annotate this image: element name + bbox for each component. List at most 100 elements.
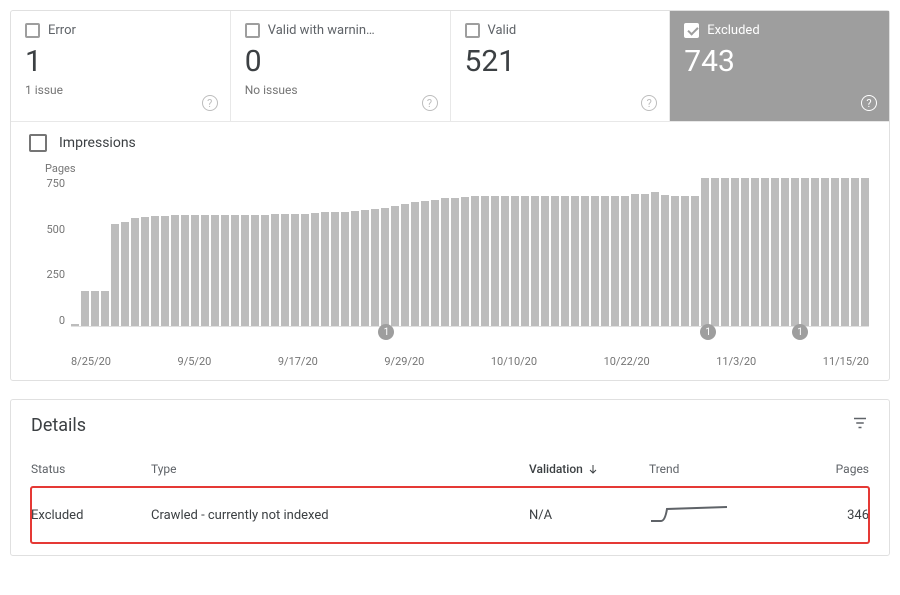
chart-bar[interactable]: [181, 215, 189, 326]
chart-bar[interactable]: [721, 178, 729, 326]
chart-bar[interactable]: [201, 215, 209, 326]
chart-bar[interactable]: [471, 196, 479, 326]
chart-bar[interactable]: [261, 215, 269, 326]
chart-bar[interactable]: [541, 196, 549, 326]
chart-bar[interactable]: [751, 178, 759, 326]
chart-bar[interactable]: [791, 178, 799, 326]
chart-bar[interactable]: [591, 196, 599, 326]
chart-bar[interactable]: [711, 178, 719, 326]
chart-bar[interactable]: [131, 218, 139, 326]
chart-bar[interactable]: [231, 215, 239, 326]
help-icon[interactable]: ?: [422, 95, 438, 111]
chart-bar[interactable]: [321, 212, 329, 326]
chart-bar[interactable]: [191, 215, 199, 326]
help-icon[interactable]: ?: [861, 95, 877, 111]
chart-bar[interactable]: [351, 211, 359, 326]
chart-bar[interactable]: [611, 196, 619, 326]
chart-bar[interactable]: [671, 196, 679, 326]
help-icon[interactable]: ?: [641, 95, 657, 111]
summary-tile-valid-with-warnin-[interactable]: Valid with warnin… 0 No issues ?: [231, 11, 451, 121]
chart-bar[interactable]: [701, 178, 709, 326]
col-pages[interactable]: Pages: [789, 462, 869, 476]
chart-bar[interactable]: [551, 196, 559, 326]
chart-bar[interactable]: [801, 178, 809, 326]
chart-bar[interactable]: [681, 196, 689, 326]
chart-bar[interactable]: [401, 204, 409, 326]
chart-bar[interactable]: [601, 196, 609, 326]
checkbox-icon: [684, 23, 699, 38]
chart-bar[interactable]: [111, 224, 119, 326]
col-trend[interactable]: Trend: [649, 462, 789, 476]
chart-bar[interactable]: [651, 192, 659, 326]
chart-bar[interactable]: [741, 178, 749, 326]
tile-sub: [684, 83, 875, 97]
chart-bar[interactable]: [761, 178, 769, 326]
chart-bar[interactable]: [661, 195, 669, 326]
chart-bar[interactable]: [361, 210, 369, 326]
chart-bar[interactable]: [811, 178, 819, 326]
summary-tile-excluded[interactable]: Excluded 743 ?: [670, 11, 889, 121]
filter-icon[interactable]: [851, 414, 869, 436]
chart-bar[interactable]: [341, 212, 349, 326]
chart-bar[interactable]: [511, 196, 519, 326]
chart-bar[interactable]: [91, 291, 99, 326]
chart-bar[interactable]: [141, 217, 149, 326]
chart-bar[interactable]: [771, 178, 779, 326]
col-type[interactable]: Type: [151, 462, 529, 476]
chart-bar[interactable]: [831, 178, 839, 326]
chart-bar[interactable]: [431, 200, 439, 326]
col-validation[interactable]: Validation: [529, 462, 649, 476]
help-icon[interactable]: ?: [202, 95, 218, 111]
chart-bar[interactable]: [731, 178, 739, 326]
chart-bar[interactable]: [301, 214, 309, 326]
chart-bar[interactable]: [461, 197, 469, 326]
chart-bar[interactable]: [161, 216, 169, 326]
chart-bar[interactable]: [211, 215, 219, 326]
chart-bar[interactable]: [421, 201, 429, 326]
cell-trend: [649, 501, 789, 529]
chart-bar[interactable]: [561, 196, 569, 326]
summary-tile-error[interactable]: Error 1 1 issue ?: [11, 11, 231, 121]
chart-bar[interactable]: [821, 178, 829, 326]
chart-bar[interactable]: [861, 178, 869, 326]
table-row[interactable]: Excluded Crawled - currently not indexed…: [31, 487, 869, 543]
summary-tile-valid[interactable]: Valid 521 ?: [451, 11, 671, 121]
chart-bar[interactable]: [81, 291, 89, 326]
chart-bar[interactable]: [571, 196, 579, 326]
chart-bar[interactable]: [371, 209, 379, 326]
chart-bar[interactable]: [641, 194, 649, 326]
chart-bar[interactable]: [451, 198, 459, 326]
chart-bar[interactable]: [271, 214, 279, 326]
chart-bar[interactable]: [531, 196, 539, 326]
chart-bar[interactable]: [621, 196, 629, 326]
cell-type: Crawled - currently not indexed: [151, 508, 529, 523]
chart-bar[interactable]: [391, 206, 399, 326]
chart-bar[interactable]: [491, 196, 499, 326]
chart-bar[interactable]: [381, 208, 389, 326]
chart-bar[interactable]: [781, 178, 789, 326]
chart-bar[interactable]: [581, 196, 589, 326]
col-status[interactable]: Status: [31, 462, 151, 476]
chart-bar[interactable]: [481, 196, 489, 326]
chart-bar[interactable]: [251, 215, 259, 326]
chart-bar[interactable]: [171, 215, 179, 326]
chart-bar[interactable]: [411, 202, 419, 326]
impressions-toggle[interactable]: Impressions: [11, 122, 889, 156]
chart-bar[interactable]: [291, 214, 299, 326]
chart-bar[interactable]: [221, 215, 229, 326]
chart-bar[interactable]: [241, 215, 249, 326]
chart-bar[interactable]: [841, 178, 849, 326]
chart-bar[interactable]: [311, 213, 319, 326]
chart-bar[interactable]: [501, 196, 509, 326]
chart-bar[interactable]: [331, 212, 339, 326]
chart-bar[interactable]: [441, 198, 449, 326]
chart-bar[interactable]: [521, 196, 529, 326]
chart-bar[interactable]: [631, 194, 639, 326]
chart-bar[interactable]: [691, 196, 699, 326]
chart-bar[interactable]: [281, 214, 289, 326]
chart-bar[interactable]: [101, 291, 109, 326]
chart-bar[interactable]: [71, 324, 79, 326]
chart-bar[interactable]: [151, 216, 159, 326]
chart-bar[interactable]: [851, 178, 859, 326]
chart-bar[interactable]: [121, 222, 129, 326]
